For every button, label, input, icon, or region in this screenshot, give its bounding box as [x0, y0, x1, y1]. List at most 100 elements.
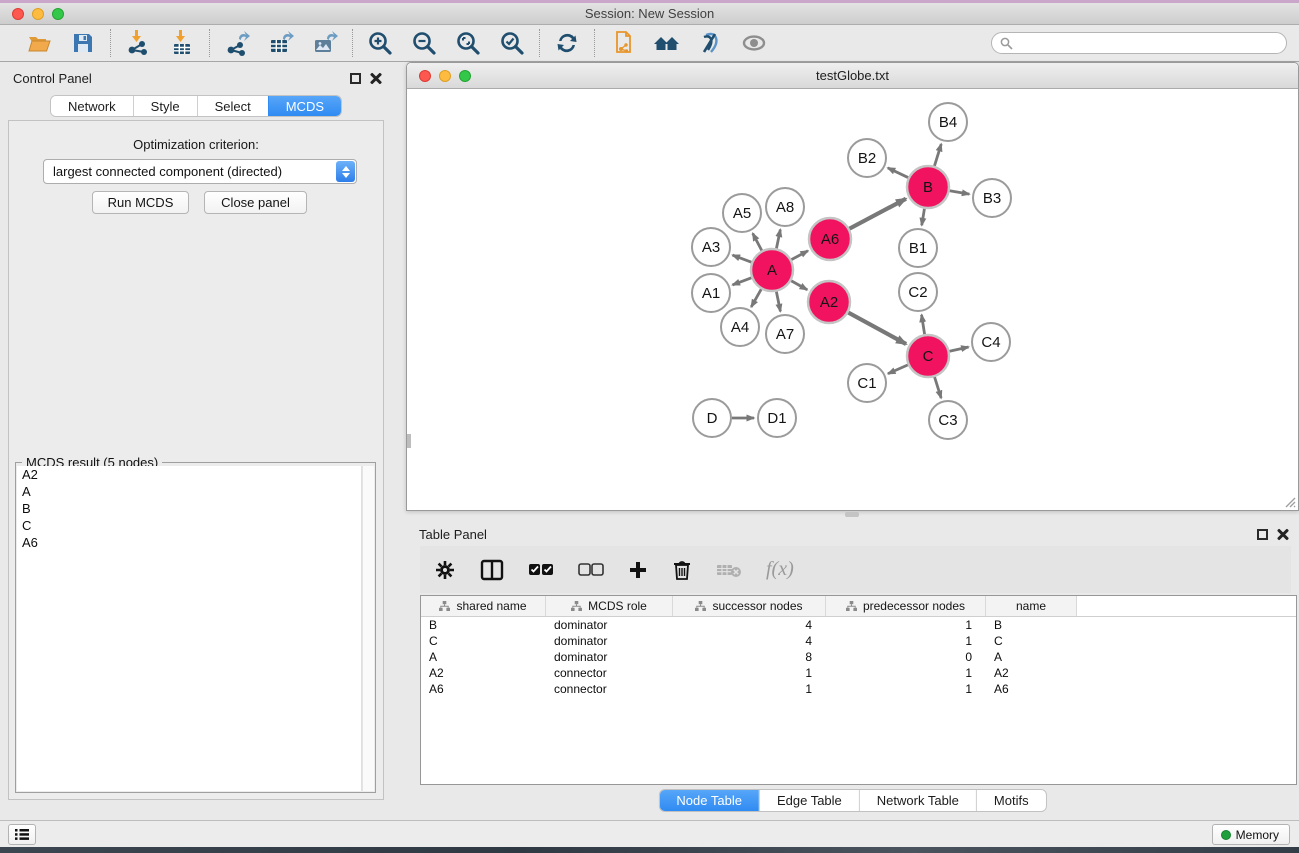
graph-node-C[interactable]: C [907, 335, 949, 377]
close-window-button[interactable] [12, 8, 24, 20]
tab-select[interactable]: Select [197, 96, 268, 116]
column-header-shared-name[interactable]: shared name [421, 596, 546, 616]
graph-edge-A-A2[interactable] [791, 281, 807, 290]
graph-node-D[interactable]: D [693, 399, 731, 437]
delete-column-icon[interactable] [672, 559, 692, 581]
graph-node-D1[interactable]: D1 [758, 399, 796, 437]
table-row[interactable]: Adominator80A [421, 649, 1296, 665]
select-all-columns-icon[interactable] [528, 563, 554, 577]
zoom-window-button[interactable] [52, 8, 64, 20]
resize-grip-icon[interactable] [1282, 494, 1296, 508]
graph-node-A1[interactable]: A1 [692, 274, 730, 312]
graph-edge-B-B1[interactable] [922, 209, 925, 226]
table-row[interactable]: A6connector11A6 [421, 681, 1296, 697]
graph-node-A[interactable]: A [751, 249, 793, 291]
zoom-fit-icon[interactable] [454, 29, 482, 57]
graph-node-A6[interactable]: A6 [809, 218, 851, 260]
graph-edge-C-C4[interactable] [949, 347, 968, 351]
graph-node-B1[interactable]: B1 [899, 229, 937, 267]
home-icon[interactable] [652, 29, 680, 57]
graph-node-C4[interactable]: C4 [972, 323, 1010, 361]
network-minimize-button[interactable] [439, 70, 451, 82]
graph-edge-C-C3[interactable] [935, 377, 942, 398]
graph-node-A5[interactable]: A5 [723, 194, 761, 232]
graph-edge-A-A3[interactable] [733, 255, 752, 262]
tab-style[interactable]: Style [133, 96, 197, 116]
float-panel-icon[interactable] [350, 73, 361, 84]
graph-edge-A-A7[interactable] [776, 292, 780, 312]
export-network-icon[interactable] [223, 29, 251, 57]
function-builder-button[interactable]: f(x) [766, 558, 794, 581]
table-row[interactable]: A2connector11A2 [421, 665, 1296, 681]
column-header-MCDS-role[interactable]: MCDS role [546, 596, 673, 616]
tab-network[interactable]: Network [51, 96, 133, 116]
graph-edge-B-B2[interactable] [888, 168, 908, 178]
graph-edge-C-C1[interactable] [888, 365, 908, 374]
graph-node-B3[interactable]: B3 [973, 179, 1011, 217]
split-table-icon[interactable] [480, 559, 504, 581]
tab-motifs[interactable]: Motifs [976, 790, 1046, 811]
graph-edge-B-B3[interactable] [950, 191, 970, 194]
memory-button[interactable]: Memory [1212, 824, 1290, 845]
graph-node-A7[interactable]: A7 [766, 315, 804, 353]
unselect-all-columns-icon[interactable] [578, 563, 604, 577]
task-history-button[interactable] [8, 824, 36, 845]
graph-node-A2[interactable]: A2 [808, 281, 850, 323]
table-close-panel-icon[interactable] [1277, 528, 1289, 540]
criterion-select[interactable]: largest connected component (directed) [43, 159, 357, 184]
graph-edge-A-A5[interactable] [753, 233, 762, 250]
graph-edge-A-A8[interactable] [776, 230, 780, 249]
minimize-window-button[interactable] [32, 8, 44, 20]
run-mcds-button[interactable]: Run MCDS [92, 191, 189, 214]
graph-edge-A6-B[interactable] [849, 199, 905, 229]
graph-node-B2[interactable]: B2 [848, 139, 886, 177]
graph-node-A4[interactable]: A4 [721, 308, 759, 346]
close-panel-icon[interactable] [370, 72, 382, 84]
mcds-result-item[interactable]: A6 [17, 534, 361, 551]
column-header-predecessor-nodes[interactable]: predecessor nodes [826, 596, 986, 616]
eye-icon[interactable] [740, 29, 768, 57]
import-network-icon[interactable] [124, 29, 152, 57]
horizontal-scrollbar-thumb[interactable] [845, 512, 859, 517]
create-column-icon[interactable] [628, 560, 648, 580]
table-float-panel-icon[interactable] [1257, 529, 1268, 540]
zoom-selected-icon[interactable] [498, 29, 526, 57]
network-canvas[interactable]: B4B2BB3A5A8A6A3B1AA1C2A2A4A7CC4C1C3DD1 [407, 89, 1298, 510]
vertical-scrollbar-thumb[interactable] [407, 434, 411, 448]
network-close-button[interactable] [419, 70, 431, 82]
graph-edge-A2-C[interactable] [848, 313, 906, 344]
tab-network-table[interactable]: Network Table [859, 790, 976, 811]
tab-node-table[interactable]: Node Table [659, 790, 759, 811]
mcds-result-item[interactable]: C [17, 517, 361, 534]
graph-edge-A-A6[interactable] [791, 251, 808, 260]
graph-node-C1[interactable]: C1 [848, 364, 886, 402]
search-field[interactable] [991, 32, 1287, 54]
export-image-icon[interactable] [311, 29, 339, 57]
network-window-titlebar[interactable]: testGlobe.txt [407, 63, 1298, 89]
delete-table-icon[interactable] [716, 562, 742, 578]
table-row[interactable]: Cdominator41C [421, 633, 1296, 649]
column-header-name[interactable]: name [986, 596, 1077, 616]
graph-edge-A-A4[interactable] [751, 289, 761, 307]
import-table-icon[interactable] [168, 29, 196, 57]
mcds-result-item[interactable]: A2 [17, 466, 361, 483]
graph-node-C3[interactable]: C3 [929, 401, 967, 439]
graph-node-B4[interactable]: B4 [929, 103, 967, 141]
graph-node-B[interactable]: B [907, 166, 949, 208]
network-zoom-button[interactable] [459, 70, 471, 82]
mcds-result-list[interactable]: A2ABCA6 [17, 466, 362, 791]
table-row[interactable]: Bdominator41B [421, 617, 1296, 633]
close-panel-button[interactable]: Close panel [204, 191, 307, 214]
network-graph[interactable]: B4B2BB3A5A8A6A3B1AA1C2A2A4A7CC4C1C3DD1 [407, 89, 1298, 510]
mcds-result-item[interactable]: A [17, 483, 361, 500]
mcds-result-item[interactable]: B [17, 500, 361, 517]
tab-mcds[interactable]: MCDS [268, 96, 341, 116]
zoom-in-icon[interactable] [366, 29, 394, 57]
tab-edge-table[interactable]: Edge Table [759, 790, 859, 811]
search-input[interactable] [1018, 36, 1278, 50]
graph-edge-C-C2[interactable] [922, 315, 925, 335]
graph-node-A8[interactable]: A8 [766, 188, 804, 226]
refresh-icon[interactable] [553, 29, 581, 57]
open-session-icon[interactable] [25, 29, 53, 57]
graph-node-C2[interactable]: C2 [899, 273, 937, 311]
